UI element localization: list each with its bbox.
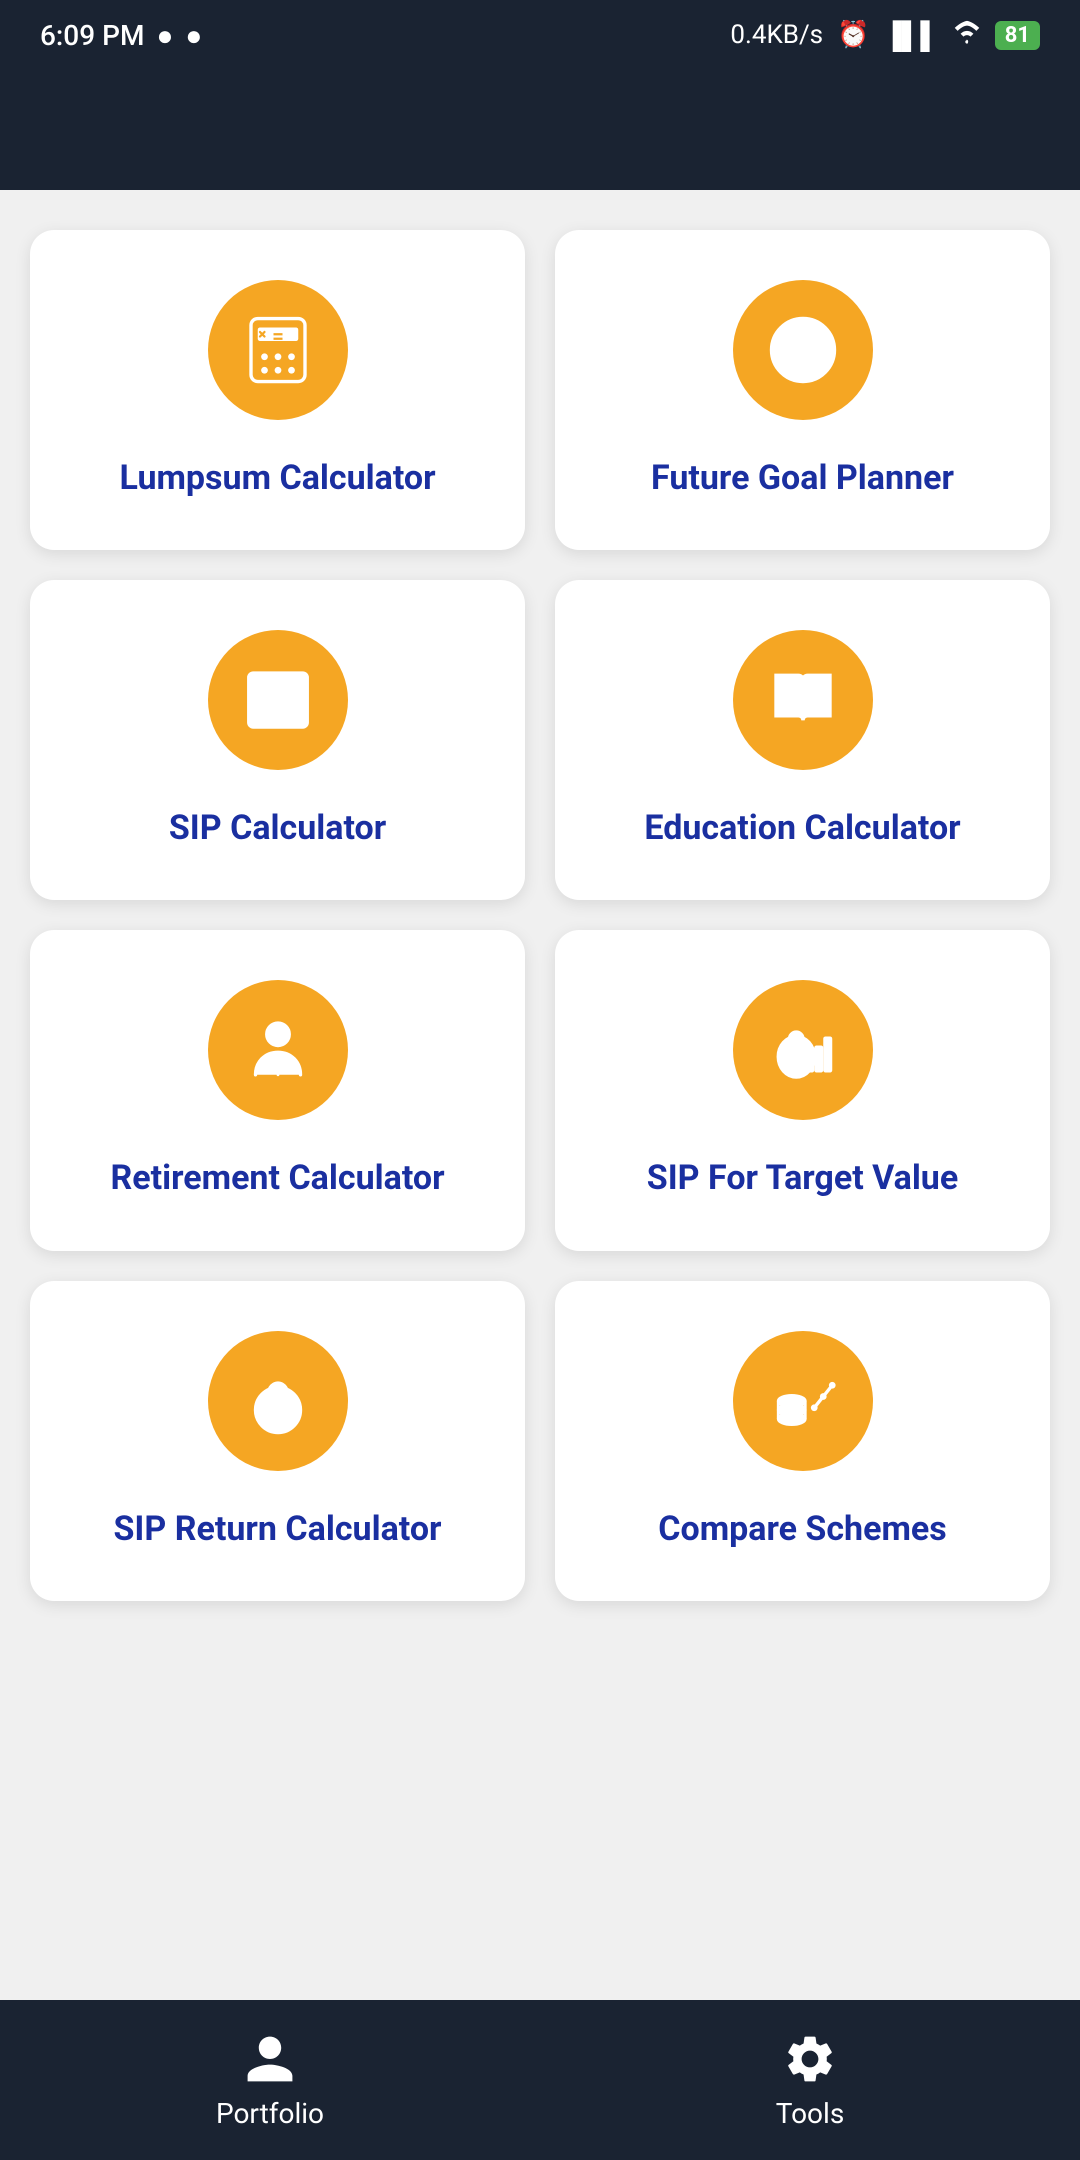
dot2-icon: ●: [185, 19, 202, 52]
nav-tools[interactable]: Tools: [540, 2015, 1080, 2146]
sip-calculator-label: SIP Calculator: [169, 806, 386, 850]
card-sip-calculator[interactable]: SIP Calculator: [30, 580, 525, 900]
moneybag-icon: [208, 1331, 348, 1471]
retirement-icon: [208, 980, 348, 1120]
header-area: [0, 70, 1080, 190]
speed: 0.4KB/s: [730, 20, 823, 50]
card-education-calculator[interactable]: Education Calculator: [555, 580, 1050, 900]
status-bar: 6:09 PM ● ● 0.4KB/s ⏰ ▐▌▌ 81: [0, 0, 1080, 70]
moneybag-chart-icon: [733, 980, 873, 1120]
card-sip-target-value[interactable]: SIP For Target Value: [555, 930, 1050, 1250]
wifi-icon: [953, 18, 981, 53]
book-icon: [733, 630, 873, 770]
nav-portfolio[interactable]: Portfolio: [0, 2015, 540, 2146]
tools-label: Tools: [776, 2097, 845, 2130]
card-future-goal-planner[interactable]: Future Goal Planner: [555, 230, 1050, 550]
status-right: 0.4KB/s ⏰ ▐▌▌ 81: [730, 18, 1040, 53]
coins-chart-icon: [733, 1331, 873, 1471]
calculator-icon: [208, 280, 348, 420]
dot-icon: ●: [156, 19, 173, 52]
alarm-icon: ⏰: [837, 20, 869, 50]
lumpsum-calculator-label: Lumpsum Calculator: [119, 456, 435, 500]
portfolio-label: Portfolio: [216, 2097, 324, 2130]
main-content: Lumpsum Calculator Future Goal Planner SIP…: [0, 190, 1080, 2000]
target-icon: [733, 280, 873, 420]
future-goal-planner-label: Future Goal Planner: [651, 456, 954, 500]
time: 6:09 PM: [40, 19, 144, 52]
card-lumpsum-calculator[interactable]: Lumpsum Calculator: [30, 230, 525, 550]
battery-indicator: 81: [995, 21, 1040, 50]
card-retirement-calculator[interactable]: Retirement Calculator: [30, 930, 525, 1250]
education-calculator-label: Education Calculator: [644, 806, 960, 850]
sip-return-calculator-label: SIP Return Calculator: [114, 1507, 442, 1551]
person-icon: [242, 2031, 298, 2087]
retirement-calculator-label: Retirement Calculator: [110, 1156, 444, 1200]
compare-schemes-label: Compare Schemes: [658, 1507, 947, 1551]
signal-icon: ▐▌▌: [883, 20, 938, 51]
sip-target-value-label: SIP For Target Value: [647, 1156, 958, 1200]
gear-icon: [782, 2031, 838, 2087]
card-sip-return-calculator[interactable]: SIP Return Calculator: [30, 1281, 525, 1601]
tools-grid: Lumpsum Calculator Future Goal Planner SIP…: [30, 230, 1050, 1601]
bottom-nav: Portfolio Tools: [0, 2000, 1080, 2160]
sip-icon: [208, 630, 348, 770]
status-left: 6:09 PM ● ●: [40, 19, 202, 52]
card-compare-schemes[interactable]: Compare Schemes: [555, 1281, 1050, 1601]
